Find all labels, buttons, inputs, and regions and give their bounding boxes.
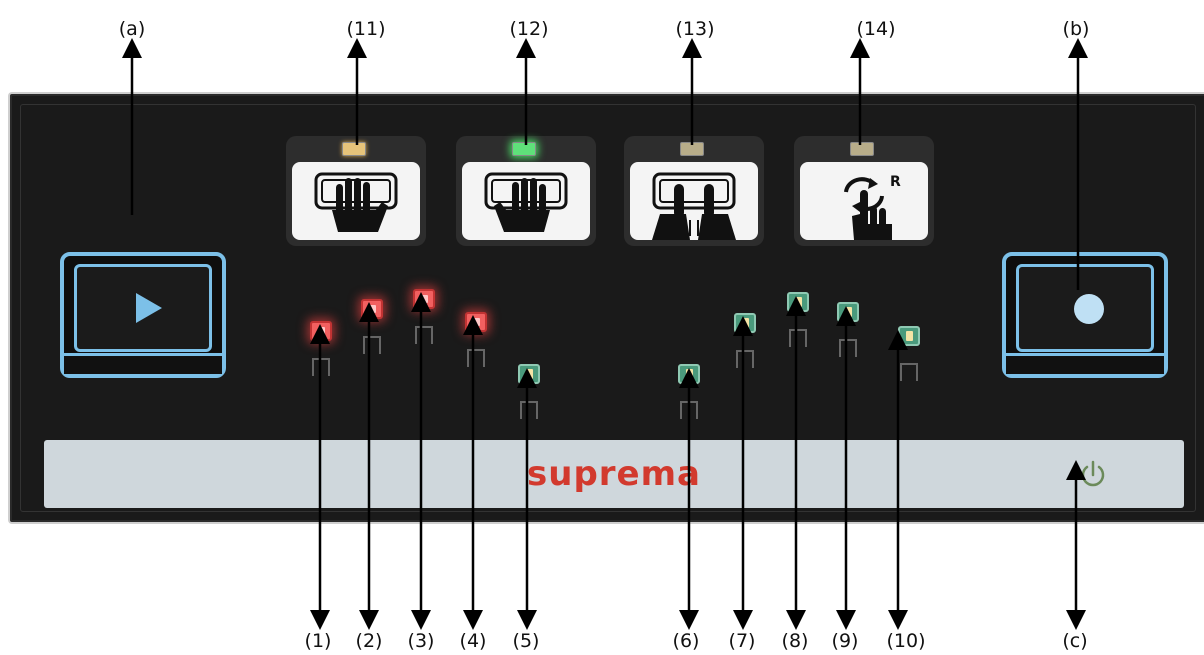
callout-11: (11) bbox=[346, 18, 386, 40]
record-icon bbox=[1074, 294, 1104, 324]
callout-c: (c) bbox=[1062, 630, 1088, 652]
callout-a: (a) bbox=[118, 18, 146, 40]
finger-bracket-1 bbox=[312, 358, 330, 376]
callout-13: (13) bbox=[675, 18, 715, 40]
finger-led-6 bbox=[678, 364, 700, 384]
power-icon[interactable] bbox=[1078, 458, 1108, 490]
finger-led-2 bbox=[361, 299, 383, 319]
right-hand-four-finger-icon bbox=[462, 162, 590, 240]
finger-led-1 bbox=[310, 321, 332, 341]
left-hand-four-finger-icon bbox=[292, 162, 420, 240]
finger-bracket-8 bbox=[789, 329, 807, 347]
callout-5: (5) bbox=[512, 630, 540, 652]
mode-led-14 bbox=[850, 142, 874, 156]
finger-bracket-2 bbox=[363, 336, 381, 354]
scanner-panel: R suprema bbox=[8, 92, 1204, 524]
finger-led-9 bbox=[837, 302, 859, 322]
finger-bracket-5 bbox=[520, 401, 538, 419]
two-thumbs-icon bbox=[630, 162, 758, 240]
rolled-label: R bbox=[890, 174, 901, 190]
record-button-tray bbox=[1006, 353, 1164, 374]
mode-card-right-hand[interactable] bbox=[456, 136, 596, 246]
play-button[interactable] bbox=[60, 252, 226, 378]
mode-card-left-hand[interactable] bbox=[286, 136, 426, 246]
brand-strip: suprema bbox=[44, 440, 1184, 508]
finger-bracket-4 bbox=[467, 349, 485, 367]
brand-logo: suprema bbox=[527, 454, 701, 494]
callout-12: (12) bbox=[509, 18, 549, 40]
finger-led-10 bbox=[898, 326, 920, 346]
finger-bracket-3 bbox=[415, 326, 433, 344]
record-button[interactable] bbox=[1002, 252, 1168, 378]
play-button-tray bbox=[64, 353, 222, 374]
record-button-screen bbox=[1016, 264, 1154, 352]
play-icon bbox=[136, 293, 162, 323]
callout-9: (9) bbox=[831, 630, 859, 652]
finger-led-5 bbox=[518, 364, 540, 384]
finger-led-4 bbox=[465, 312, 487, 332]
callout-b: (b) bbox=[1062, 18, 1090, 40]
finger-led-7 bbox=[734, 313, 756, 333]
mode-card-rolled[interactable]: R bbox=[794, 136, 934, 246]
finger-bracket-6 bbox=[680, 401, 698, 419]
callout-14: (14) bbox=[856, 18, 896, 40]
callout-10: (10) bbox=[886, 630, 926, 652]
mode-led-11 bbox=[342, 142, 366, 156]
finger-bracket-9 bbox=[839, 339, 857, 357]
mode-led-13 bbox=[680, 142, 704, 156]
mode-card-two-thumbs[interactable] bbox=[624, 136, 764, 246]
finger-bracket-7 bbox=[736, 350, 754, 368]
mode-led-12 bbox=[512, 142, 536, 156]
play-button-screen bbox=[74, 264, 212, 352]
finger-led-8 bbox=[787, 292, 809, 312]
rolled-finger-icon: R bbox=[800, 162, 928, 240]
finger-bracket-10 bbox=[900, 363, 918, 381]
finger-led-3 bbox=[413, 289, 435, 309]
